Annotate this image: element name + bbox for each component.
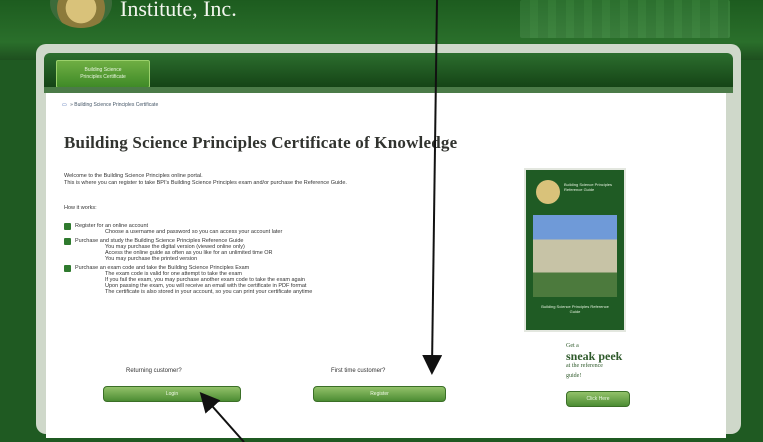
step-sub: The certificate is also stored in your a…: [105, 289, 313, 295]
tab-building-science-principles[interactable]: Building Science Principles Certificate: [56, 60, 150, 88]
sneak-line-2: sneak peek: [566, 349, 623, 363]
sneak-line-4: guide!: [566, 373, 582, 379]
guide-photo-collage: [533, 215, 617, 297]
step-3: Purchase an exam code and take the Build…: [64, 265, 484, 295]
page-title: Building Science Principles Certificate …: [64, 133, 458, 152]
step-2: Purchase and study the Building Science …: [64, 238, 484, 262]
login-button[interactable]: Login: [103, 386, 241, 402]
checkmark-icon: [64, 223, 71, 230]
org-name: Institute, Inc.: [120, 0, 237, 21]
guide-logo: [536, 180, 560, 204]
main-panel: ▭ » Building Science Principles Certific…: [46, 93, 726, 438]
tab-line1: Building Science: [84, 67, 122, 73]
sneak-peek-text: Get a sneak peek at the reference guide!: [566, 341, 622, 381]
step-1: Register for an online account Choose a …: [64, 223, 484, 235]
step-sub: You may purchase the printed version: [105, 256, 198, 262]
checkmark-icon: [64, 238, 71, 245]
reference-guide-cover[interactable]: Building Science Principles Reference Gu…: [524, 168, 626, 332]
first-time-customer-label: First time customer?: [331, 368, 386, 374]
breadcrumb: ▭ » Building Science Principles Certific…: [62, 102, 158, 108]
breadcrumb-current: » Building Science Principles Certificat…: [70, 102, 159, 108]
intro-text: Welcome to the Building Science Principl…: [64, 173, 484, 187]
checkmark-icon: [64, 265, 71, 272]
how-it-works-label: How it works:: [64, 205, 97, 211]
steps-list: Register for an online account Choose a …: [64, 223, 484, 298]
header-houses-banner: [520, 0, 730, 38]
sneak-peek-button[interactable]: Click Here: [566, 391, 630, 407]
guide-title: Building Science Principles Reference Gu…: [564, 182, 613, 192]
returning-customer-label: Returning customer?: [126, 368, 182, 374]
intro-line-1: Welcome to the Building Science Principl…: [64, 173, 203, 179]
intro-line-2: This is where you can register to take B…: [64, 180, 347, 186]
guide-bottom-text: Building Science Principles Reference Gu…: [541, 304, 609, 314]
register-button[interactable]: Register: [313, 386, 446, 402]
tab-line2: Principles Certificate: [80, 74, 126, 80]
home-icon[interactable]: ▭: [62, 102, 67, 108]
step-sub: Choose a username and password so you ca…: [105, 229, 283, 235]
